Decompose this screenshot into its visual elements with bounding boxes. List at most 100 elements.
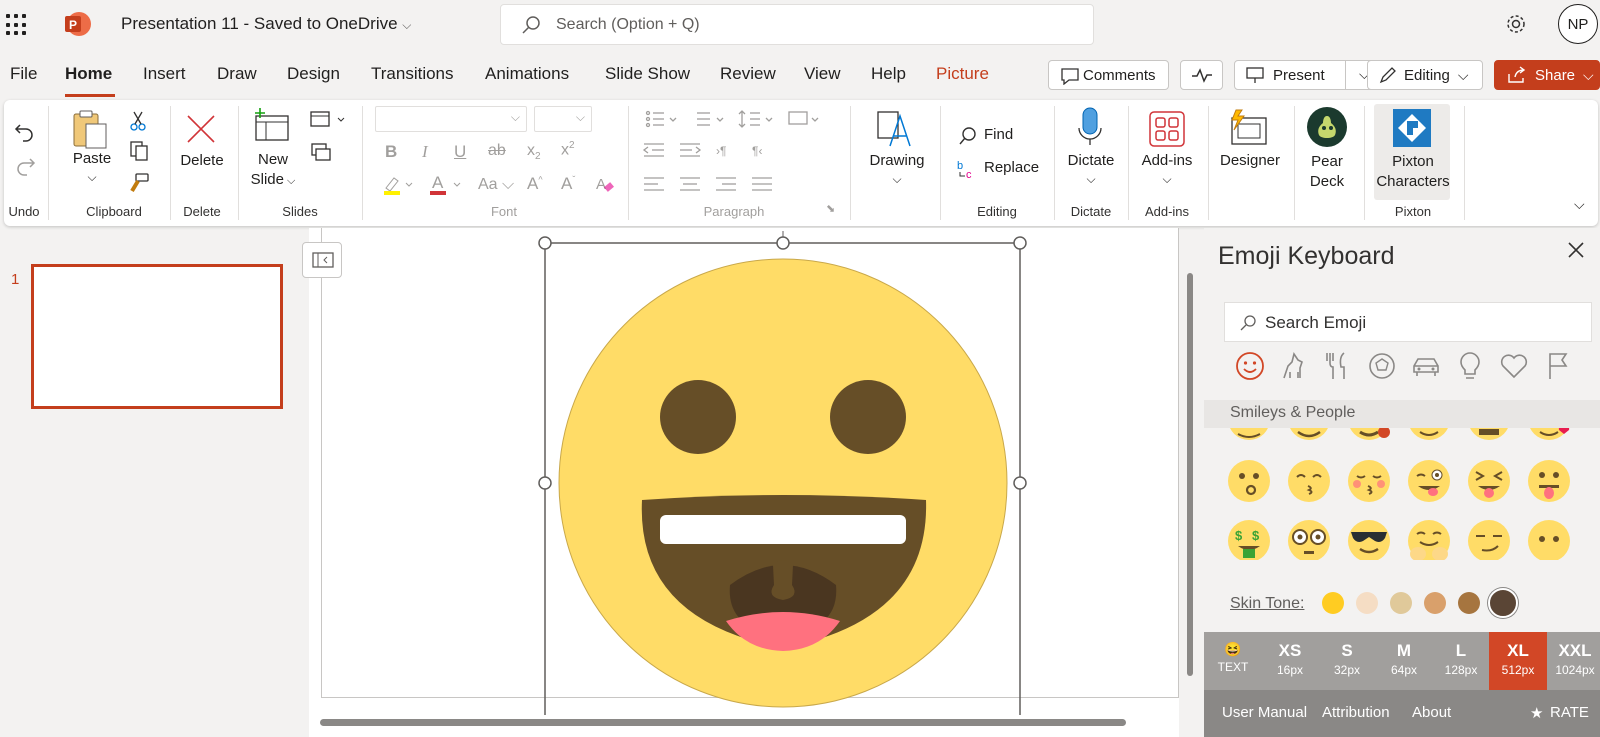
activity-button[interactable] <box>1180 60 1223 90</box>
highlight-color-icon[interactable] <box>382 174 418 196</box>
tab-view[interactable]: View <box>804 64 841 84</box>
size-m-button[interactable]: M 64px <box>1375 632 1433 690</box>
dialog-launcher-icon[interactable]: ⬊ <box>826 202 835 215</box>
editing-mode-button[interactable]: Editing ⌵ <box>1367 60 1483 90</box>
emoji-search-input[interactable]: Search Emoji <box>1224 302 1592 342</box>
chevron-down-icon[interactable]: ⌵ <box>1160 172 1174 187</box>
skin-tone-default[interactable] <box>1322 592 1344 614</box>
font-size-dropdown[interactable]: ⌵ <box>534 106 592 132</box>
add-ins-button-label[interactable]: Add-ins <box>1132 152 1202 169</box>
delete-button-label[interactable]: Delete <box>172 152 232 169</box>
tab-file[interactable]: File <box>10 64 37 84</box>
superscript-icon[interactable]: x2 <box>561 140 575 159</box>
paragraph-controls[interactable]: ›¶ ¶‹ <box>642 108 842 208</box>
emoji-cell[interactable] <box>1286 458 1332 504</box>
microphone-icon[interactable] <box>1076 106 1106 150</box>
designer-button-label[interactable]: Designer <box>1214 152 1286 169</box>
emoji-cell[interactable] <box>1466 458 1512 504</box>
close-icon[interactable] <box>1566 240 1586 260</box>
grow-font-icon[interactable]: A^ <box>527 174 543 194</box>
search-box[interactable]: Search (Option + Q) <box>500 4 1094 45</box>
subscript-icon[interactable]: x2 <box>527 142 541 162</box>
redo-icon[interactable] <box>14 154 36 176</box>
rate-link[interactable]: RATE <box>1550 704 1589 721</box>
tab-picture[interactable]: Picture <box>936 64 989 84</box>
size-xxl-button[interactable]: XXL 1024px <box>1546 632 1600 690</box>
tab-review[interactable]: Review <box>720 64 776 84</box>
format-painter-icon[interactable] <box>128 172 150 194</box>
emoji-cell[interactable] <box>1346 428 1392 442</box>
ribbon-collapse-chevron-icon[interactable]: ⌵ <box>1574 196 1585 213</box>
animals-category-icon[interactable] <box>1278 350 1310 382</box>
find-search-icon[interactable] <box>958 126 978 146</box>
new-slide-icon[interactable] <box>252 106 292 144</box>
emoji-cell[interactable] <box>1526 428 1572 442</box>
skin-tone-medium[interactable] <box>1424 592 1446 614</box>
chevron-down-icon[interactable]: ⌵ <box>84 170 100 185</box>
chevron-down-icon[interactable]: ⌵ <box>1084 172 1098 187</box>
tab-design[interactable]: Design <box>287 64 340 84</box>
delete-x-icon[interactable] <box>184 112 218 146</box>
bold-icon[interactable]: B <box>385 142 397 162</box>
tab-slide-show[interactable]: Slide Show <box>605 64 690 84</box>
emoji-cell[interactable]: $ $ <box>1226 518 1272 560</box>
food-category-icon[interactable] <box>1322 350 1354 382</box>
drawing-shapes-icon[interactable] <box>876 108 916 152</box>
new-slide-button-label[interactable]: New Slide ⌵ <box>248 150 298 191</box>
duplicate-slide-icon[interactable] <box>310 142 332 164</box>
underline-icon[interactable]: U <box>454 142 466 162</box>
emoji-cell[interactable] <box>1346 518 1392 560</box>
user-avatar[interactable]: NP <box>1558 4 1598 44</box>
cut-scissors-icon[interactable] <box>128 110 148 132</box>
size-s-button[interactable]: S 32px <box>1318 632 1376 690</box>
emoji-cell[interactable] <box>1286 428 1332 442</box>
attribution-link[interactable]: Attribution <box>1322 704 1390 721</box>
collapse-pane-button[interactable] <box>302 242 342 278</box>
slide-thumbnail[interactable] <box>31 264 283 409</box>
replace-icon[interactable]: bc <box>956 158 980 180</box>
size-xs-button[interactable]: XS 16px <box>1261 632 1319 690</box>
dictate-button-label[interactable]: Dictate <box>1058 152 1124 169</box>
emoji-cell[interactable] <box>1406 458 1452 504</box>
skin-tone-dark[interactable] <box>1488 588 1518 618</box>
app-launcher-icon[interactable] <box>6 14 28 36</box>
skin-tone-medium-light[interactable] <box>1390 592 1412 614</box>
emoji-cell[interactable] <box>1226 458 1272 504</box>
comments-button[interactable]: Comments <box>1048 60 1169 90</box>
skin-tone-light[interactable] <box>1356 592 1378 614</box>
designer-icon[interactable] <box>1226 108 1270 148</box>
grinning-emoji-picture[interactable] <box>530 225 1030 715</box>
travel-car-category-icon[interactable] <box>1410 350 1442 382</box>
flags-category-icon[interactable] <box>1542 350 1574 382</box>
size-xl-button[interactable]: XL 512px <box>1489 632 1547 690</box>
clear-formatting-icon[interactable]: A <box>595 174 617 196</box>
add-ins-grid-icon[interactable] <box>1148 110 1186 148</box>
tab-draw[interactable]: Draw <box>217 64 257 84</box>
share-button[interactable]: Share ⌵ <box>1494 60 1600 90</box>
change-case-icon[interactable]: Aa ⌵ <box>478 176 514 194</box>
chevron-down-icon[interactable]: ⌵ <box>890 172 904 187</box>
font-family-dropdown[interactable]: ⌵ <box>375 106 527 132</box>
tab-transitions[interactable]: Transitions <box>371 64 454 84</box>
vertical-scrollbar[interactable] <box>1187 273 1193 676</box>
skin-tone-medium-dark[interactable] <box>1458 592 1480 614</box>
settings-gear-icon[interactable] <box>1504 12 1528 36</box>
replace-button-label[interactable]: Replace <box>984 159 1039 176</box>
tab-home[interactable]: Home <box>65 64 112 84</box>
emoji-cell[interactable] <box>1286 518 1332 560</box>
tab-help[interactable]: Help <box>871 64 906 84</box>
drawing-button-label[interactable]: Drawing <box>862 152 932 169</box>
emoji-cell[interactable] <box>1466 428 1512 442</box>
strikethrough-icon[interactable]: ab <box>488 142 506 160</box>
tab-insert[interactable]: Insert <box>143 64 186 84</box>
emoji-cell[interactable] <box>1406 518 1452 560</box>
document-title[interactable]: Presentation 11 - Saved to OneDrive ⌵ <box>121 14 411 34</box>
emoji-cell[interactable] <box>1406 428 1452 442</box>
present-button[interactable]: Present ⌵ <box>1234 60 1388 90</box>
emoji-cell[interactable] <box>1346 458 1392 504</box>
layout-icon[interactable] <box>310 110 350 130</box>
objects-lightbulb-category-icon[interactable] <box>1454 350 1486 382</box>
find-button-label[interactable]: Find <box>984 126 1013 143</box>
symbols-heart-category-icon[interactable] <box>1498 350 1530 382</box>
italic-icon[interactable]: I <box>422 142 428 162</box>
